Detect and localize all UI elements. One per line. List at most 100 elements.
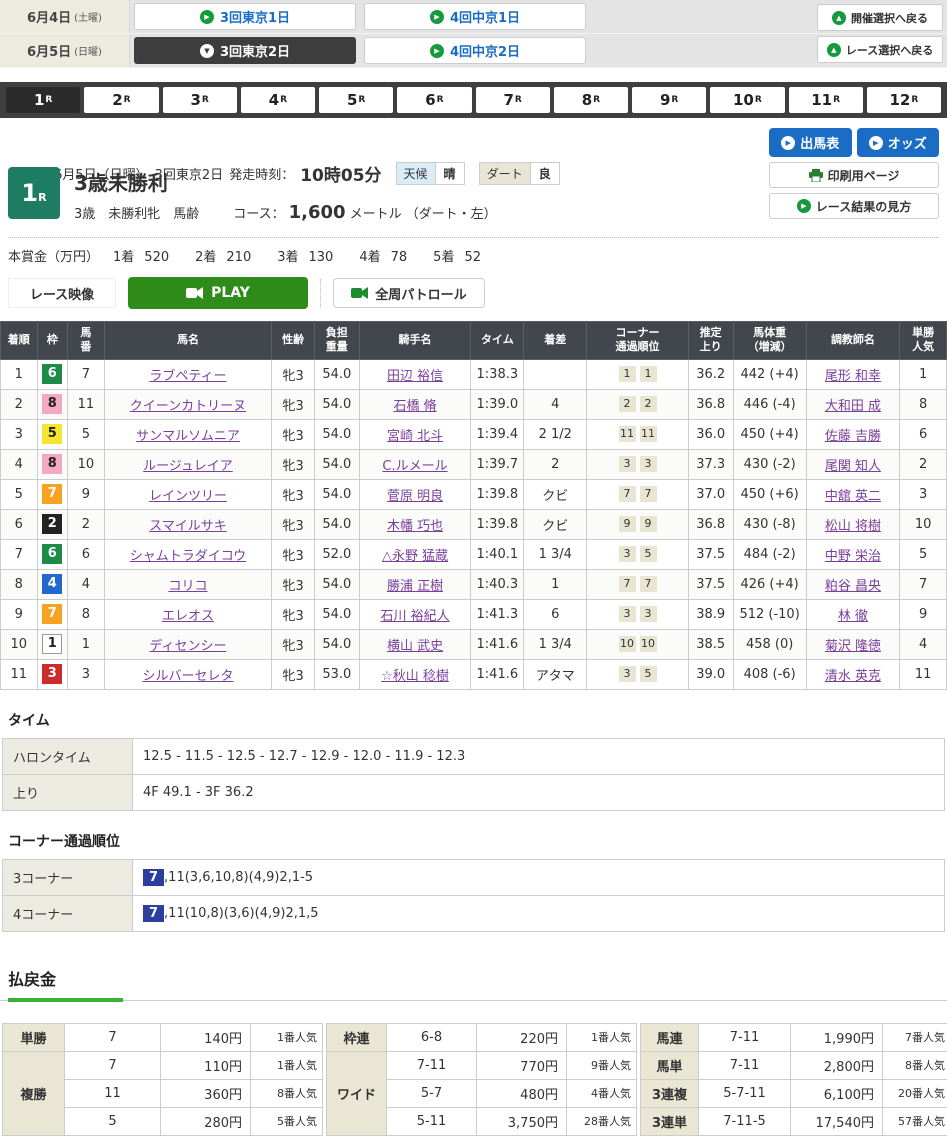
- payout-table-win-place: 単勝 7 140円 1番人気 複勝 7 110円 1番人気 11 360円 8番…: [2, 1023, 323, 1136]
- jockey-link[interactable]: 横山 武史: [387, 639, 443, 654]
- jockey-link[interactable]: C.ルメール: [382, 459, 447, 474]
- trainer-link[interactable]: 佐藤 吉勝: [825, 429, 881, 444]
- horse-name-link[interactable]: コリコ: [168, 579, 207, 594]
- trainer-link[interactable]: 尾関 知人: [825, 459, 881, 474]
- meeting-button-chukyo-day1[interactable]: ▶ 4回中京1日: [364, 3, 586, 30]
- print-button-label: 印刷用ページ: [828, 167, 900, 184]
- margin: [524, 359, 587, 389]
- finish-position: 10: [1, 629, 38, 659]
- trainer-link[interactable]: 尾形 和幸: [825, 369, 881, 384]
- body-weight: 458 (0): [733, 629, 806, 659]
- col-header-time: タイム: [471, 322, 524, 360]
- odds-button[interactable]: ▶ オッズ: [857, 128, 940, 157]
- tab-race-11[interactable]: 11R: [789, 87, 863, 113]
- frame-number-badge: 6: [42, 364, 62, 384]
- tab-race-7[interactable]: 7R: [476, 87, 550, 113]
- margin: 1 3/4: [524, 629, 587, 659]
- trainer-link[interactable]: 清水 英克: [825, 669, 881, 684]
- horse-name-link[interactable]: ディセンシー: [149, 639, 226, 654]
- jockey-link[interactable]: ☆秋山 稔樹: [381, 669, 449, 684]
- back-to-meeting-select-button[interactable]: ▲ 開催選択へ戻る: [817, 4, 943, 31]
- table-row: ワイド 7-11 770円 9番人気: [327, 1051, 637, 1079]
- jockey-link[interactable]: △永野 猛蔵: [382, 549, 448, 564]
- print-page-button[interactable]: 印刷用ページ: [769, 162, 939, 188]
- table-row: 10 1 1 ディセンシー 牝3 54.0 横山 武史 1:41.6 1 3/4…: [1, 629, 947, 659]
- horse-name-link[interactable]: サンマルソムニア: [136, 429, 240, 444]
- margin: 2: [524, 449, 587, 479]
- meeting-button-chukyo-day2[interactable]: ▶ 4回中京2日: [364, 37, 586, 64]
- table-row: 5 7 9 レインツリー 牝3 54.0 菅原 明良 1:39.8 クビ 77 …: [1, 479, 947, 509]
- tab-race-3[interactable]: 3R: [163, 87, 237, 113]
- corner-leader-badge: 7: [143, 905, 164, 922]
- frame-number-badge: 8: [42, 394, 62, 414]
- place-popularity: 1番人気: [251, 1051, 323, 1079]
- corner3-label: 3コーナー: [3, 859, 133, 895]
- trainer-link[interactable]: 粕谷 昌央: [825, 579, 881, 594]
- wide-amount: 3,750円: [477, 1107, 567, 1135]
- jockey-link[interactable]: 木幡 巧也: [387, 519, 443, 534]
- horse-name-link[interactable]: ルージュレイア: [143, 459, 233, 474]
- sex-age: 牝3: [272, 389, 315, 419]
- horse-name-link[interactable]: シャムトラダイコウ: [130, 549, 246, 564]
- margin: クビ: [524, 509, 587, 539]
- jockey-link[interactable]: 勝浦 正樹: [387, 579, 443, 594]
- tab-race-12[interactable]: 12R: [867, 87, 941, 113]
- play-race-video-button[interactable]: PLAY: [128, 277, 308, 309]
- tab-race-8[interactable]: 8R: [554, 87, 628, 113]
- tab-race-6[interactable]: 6R: [397, 87, 471, 113]
- tab-race-1[interactable]: 1R: [6, 87, 80, 113]
- meeting-button-tokyo-day1[interactable]: ▶ 3回東京1日: [134, 3, 356, 30]
- last-furlongs-value: 4F 49.1 - 3F 36.2: [133, 774, 945, 810]
- prize-amount: 52: [464, 250, 481, 265]
- jockey-link[interactable]: 菅原 明良: [387, 489, 443, 504]
- trainer-link[interactable]: 松山 将樹: [825, 519, 881, 534]
- back-to-race-select-button[interactable]: ▲ レース選択へ戻る: [817, 36, 943, 63]
- corner-pass-order: 1: [619, 366, 636, 382]
- arrow-right-icon: ▶: [869, 136, 883, 150]
- jockey-link[interactable]: 石川 裕紀人: [380, 609, 449, 624]
- race-title-block: 3歳未勝利 3歳 未勝利牝 馬齢 コース： 1,600 メートル （ダート・左）: [74, 167, 497, 223]
- tab-race-5[interactable]: 5R: [319, 87, 393, 113]
- margin: 1: [524, 569, 587, 599]
- jockey-link[interactable]: 宮崎 北斗: [387, 429, 443, 444]
- race-suffix: R: [280, 95, 287, 105]
- results-guide-button[interactable]: ▶ レース結果の見方: [769, 193, 939, 219]
- meeting-button-tokyo-day2-active[interactable]: ▼ 3回東京2日: [134, 37, 356, 64]
- horse-name-link[interactable]: シルバーセレタ: [142, 669, 233, 684]
- horse-name-link[interactable]: エレオス: [162, 609, 214, 624]
- trainer-link[interactable]: 菊沢 隆徳: [825, 639, 881, 654]
- race-suffix: R: [833, 95, 840, 105]
- time-section-title: タイム: [8, 710, 939, 730]
- entries-button[interactable]: ▶ 出馬表: [769, 128, 852, 157]
- win-favorite-rank: 3: [900, 479, 947, 509]
- place-label: 複勝: [3, 1051, 65, 1135]
- corner-pass-order: 3: [619, 666, 636, 682]
- horse-name-link[interactable]: レインツリー: [149, 489, 227, 504]
- jockey-link[interactable]: 田辺 裕信: [387, 369, 443, 384]
- payout-table-bracket-wide: 枠連 6-8 220円 1番人気 ワイド 7-11 770円 9番人気 5-7 …: [326, 1023, 637, 1136]
- trainer-link[interactable]: 大和田 成: [825, 399, 881, 414]
- horse-name-link[interactable]: ラブペティー: [149, 369, 226, 384]
- back-navigation: ▲ 開催選択へ戻る ▲ レース選択へ戻る: [817, 4, 943, 63]
- tab-race-10[interactable]: 10R: [710, 87, 784, 113]
- bracket-quinella-popularity: 1番人気: [567, 1023, 637, 1051]
- tab-race-9[interactable]: 9R: [632, 87, 706, 113]
- table-row: ハロンタイム 12.5 - 11.5 - 12.5 - 12.7 - 12.9 …: [3, 738, 945, 774]
- jockey-link[interactable]: 石橋 脩: [393, 399, 436, 414]
- race-number: 1: [21, 179, 38, 207]
- trainer-link[interactable]: 林 徹: [838, 609, 868, 624]
- prize-amount: 78: [391, 250, 408, 265]
- race-video-label: レース映像: [8, 278, 116, 308]
- back-button-label: 開催選択へ戻る: [851, 10, 928, 26]
- horse-number: 6: [68, 539, 105, 569]
- horse-name-link[interactable]: クイーンカトリーヌ: [130, 399, 246, 414]
- tab-race-2[interactable]: 2R: [84, 87, 158, 113]
- horse-name-link[interactable]: スマイルサキ: [149, 519, 227, 534]
- sex-age: 牝3: [272, 509, 315, 539]
- trainer-link[interactable]: 中野 栄治: [825, 549, 881, 564]
- patrol-video-button[interactable]: 全周パトロール: [333, 278, 485, 308]
- trainer-link[interactable]: 中舘 英二: [825, 489, 881, 504]
- tab-race-4[interactable]: 4R: [241, 87, 315, 113]
- race-number: 12: [889, 91, 910, 109]
- race-results-table: 着順 枠 馬 番 馬名 性齢 負担 重量 騎手名 タイム 着差 コーナー 通過順…: [0, 321, 947, 690]
